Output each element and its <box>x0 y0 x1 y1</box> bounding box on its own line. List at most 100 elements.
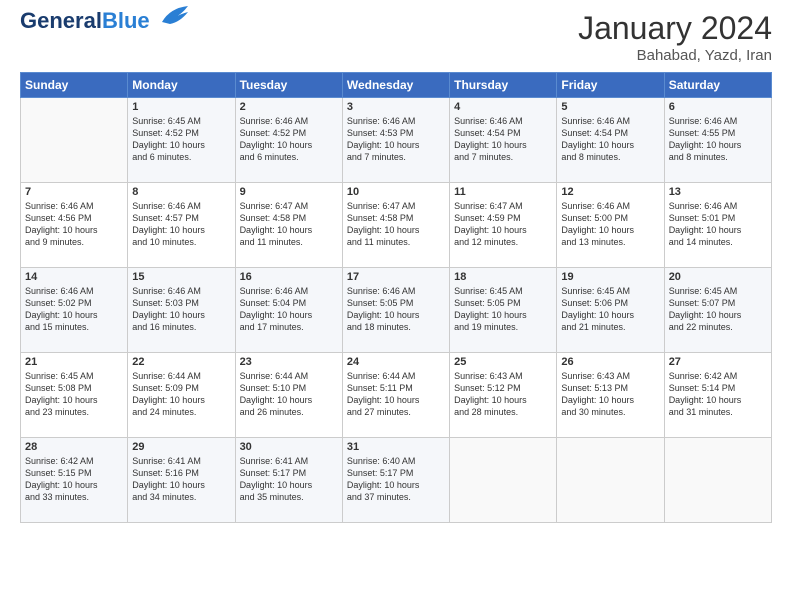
day-cell <box>557 438 664 523</box>
day-cell <box>664 438 771 523</box>
day-number: 6 <box>669 101 767 113</box>
day-info: Sunrise: 6:44 AM Sunset: 5:10 PM Dayligh… <box>240 370 338 419</box>
day-info: Sunrise: 6:45 AM Sunset: 5:06 PM Dayligh… <box>561 285 659 334</box>
day-number: 30 <box>240 441 338 453</box>
day-cell: 23Sunrise: 6:44 AM Sunset: 5:10 PM Dayli… <box>235 353 342 438</box>
day-info: Sunrise: 6:46 AM Sunset: 5:04 PM Dayligh… <box>240 285 338 334</box>
day-cell: 13 Sunrise: 6:46 AM Sunset: 5:01 PM Dayli… <box>664 183 771 268</box>
day-cell: 12Sunrise: 6:46 AM Sunset: 5:00 PM Dayli… <box>557 183 664 268</box>
day-number: 15 <box>132 271 230 283</box>
day-info: Sunrise: 6:45 AM Sunset: 5:08 PM Dayligh… <box>25 370 123 419</box>
day-number: 14 <box>25 271 123 283</box>
day-info: Sunrise: 6:46 AM Sunset: 4:52 PM Dayligh… <box>240 115 338 164</box>
day-info: Sunrise: 6:40 AM Sunset: 5:17 PM Dayligh… <box>347 455 445 504</box>
day-info: Sunrise: 6:47 AM Sunset: 4:58 PM Dayligh… <box>347 200 445 249</box>
month-year: January 2024 <box>578 10 772 47</box>
day-number: 16 <box>240 271 338 283</box>
day-number: 11 <box>454 186 552 198</box>
day-cell: 31 Sunrise: 6:40 AM Sunset: 5:17 PM Dayli… <box>342 438 449 523</box>
day-number: 20 <box>669 271 767 283</box>
header-row: SundayMondayTuesdayWednesdayThursdayFrid… <box>21 73 772 98</box>
day-cell: 8 Sunrise: 6:46 AM Sunset: 4:57 PM Daylig… <box>128 183 235 268</box>
day-cell: 16 Sunrise: 6:46 AM Sunset: 5:04 PM Dayli… <box>235 268 342 353</box>
day-info: Sunrise: 6:47 AM Sunset: 4:59 PM Dayligh… <box>454 200 552 249</box>
day-cell: 11 Sunrise: 6:47 AM Sunset: 4:59 PM Dayli… <box>450 183 557 268</box>
day-info: Sunrise: 6:46 AM Sunset: 4:54 PM Dayligh… <box>454 115 552 164</box>
page: GeneralBlue January 2024 Bahabad, Yazd, … <box>0 0 792 612</box>
col-header-saturday: Saturday <box>664 73 771 98</box>
day-number: 18 <box>454 271 552 283</box>
day-number: 13 <box>669 186 767 198</box>
day-info: Sunrise: 6:45 AM Sunset: 5:05 PM Dayligh… <box>454 285 552 334</box>
day-cell <box>21 98 128 183</box>
day-cell: 25Sunrise: 6:43 AM Sunset: 5:12 PM Dayli… <box>450 353 557 438</box>
day-number: 27 <box>669 356 767 368</box>
day-cell: 21 Sunrise: 6:45 AM Sunset: 5:08 PM Dayli… <box>21 353 128 438</box>
day-number: 1 <box>132 101 230 113</box>
col-header-sunday: Sunday <box>21 73 128 98</box>
location: Bahabad, Yazd, Iran <box>578 47 772 64</box>
week-row-2: 14 Sunrise: 6:46 AM Sunset: 5:02 PM Dayli… <box>21 268 772 353</box>
day-number: 4 <box>454 101 552 113</box>
week-row-0: 1 Sunrise: 6:45 AM Sunset: 4:52 PM Daylig… <box>21 98 772 183</box>
day-info: Sunrise: 6:46 AM Sunset: 5:03 PM Dayligh… <box>132 285 230 334</box>
day-cell <box>450 438 557 523</box>
day-info: Sunrise: 6:43 AM Sunset: 5:13 PM Dayligh… <box>561 370 659 419</box>
day-cell: 1 Sunrise: 6:45 AM Sunset: 4:52 PM Daylig… <box>128 98 235 183</box>
day-cell: 10Sunrise: 6:47 AM Sunset: 4:58 PM Dayli… <box>342 183 449 268</box>
col-header-friday: Friday <box>557 73 664 98</box>
day-number: 29 <box>132 441 230 453</box>
day-info: Sunrise: 6:46 AM Sunset: 4:55 PM Dayligh… <box>669 115 767 164</box>
week-row-4: 28 Sunrise: 6:42 AM Sunset: 5:15 PM Dayli… <box>21 438 772 523</box>
calendar-table: SundayMondayTuesdayWednesdayThursdayFrid… <box>20 72 772 523</box>
logo-text: GeneralBlue <box>20 10 150 32</box>
day-cell: 7Sunrise: 6:46 AM Sunset: 4:56 PM Daylig… <box>21 183 128 268</box>
day-info: Sunrise: 6:46 AM Sunset: 4:57 PM Dayligh… <box>132 200 230 249</box>
day-cell: 4 Sunrise: 6:46 AM Sunset: 4:54 PM Daylig… <box>450 98 557 183</box>
header: GeneralBlue January 2024 Bahabad, Yazd, … <box>20 10 772 64</box>
day-number: 8 <box>132 186 230 198</box>
col-header-monday: Monday <box>128 73 235 98</box>
day-cell: 27 Sunrise: 6:42 AM Sunset: 5:14 PM Dayli… <box>664 353 771 438</box>
day-info: Sunrise: 6:43 AM Sunset: 5:12 PM Dayligh… <box>454 370 552 419</box>
logo-bird-icon <box>152 4 190 32</box>
day-number: 2 <box>240 101 338 113</box>
day-info: Sunrise: 6:45 AM Sunset: 5:07 PM Dayligh… <box>669 285 767 334</box>
day-number: 22 <box>132 356 230 368</box>
day-number: 31 <box>347 441 445 453</box>
day-cell: 18 Sunrise: 6:45 AM Sunset: 5:05 PM Dayli… <box>450 268 557 353</box>
day-cell: 28 Sunrise: 6:42 AM Sunset: 5:15 PM Dayli… <box>21 438 128 523</box>
day-info: Sunrise: 6:41 AM Sunset: 5:16 PM Dayligh… <box>132 455 230 504</box>
day-info: Sunrise: 6:41 AM Sunset: 5:17 PM Dayligh… <box>240 455 338 504</box>
day-info: Sunrise: 6:46 AM Sunset: 5:01 PM Dayligh… <box>669 200 767 249</box>
day-number: 5 <box>561 101 659 113</box>
day-cell: 5 Sunrise: 6:46 AM Sunset: 4:54 PM Daylig… <box>557 98 664 183</box>
day-number: 21 <box>25 356 123 368</box>
day-info: Sunrise: 6:46 AM Sunset: 4:53 PM Dayligh… <box>347 115 445 164</box>
day-number: 24 <box>347 356 445 368</box>
day-cell: 24 Sunrise: 6:44 AM Sunset: 5:11 PM Dayli… <box>342 353 449 438</box>
day-info: Sunrise: 6:46 AM Sunset: 4:54 PM Dayligh… <box>561 115 659 164</box>
day-info: Sunrise: 6:42 AM Sunset: 5:14 PM Dayligh… <box>669 370 767 419</box>
day-cell: 19Sunrise: 6:45 AM Sunset: 5:06 PM Dayli… <box>557 268 664 353</box>
day-info: Sunrise: 6:46 AM Sunset: 5:00 PM Dayligh… <box>561 200 659 249</box>
day-info: Sunrise: 6:44 AM Sunset: 5:11 PM Dayligh… <box>347 370 445 419</box>
day-info: Sunrise: 6:45 AM Sunset: 4:52 PM Dayligh… <box>132 115 230 164</box>
day-cell: 20 Sunrise: 6:45 AM Sunset: 5:07 PM Dayli… <box>664 268 771 353</box>
day-info: Sunrise: 6:46 AM Sunset: 5:02 PM Dayligh… <box>25 285 123 334</box>
day-info: Sunrise: 6:46 AM Sunset: 4:56 PM Dayligh… <box>25 200 123 249</box>
day-info: Sunrise: 6:44 AM Sunset: 5:09 PM Dayligh… <box>132 370 230 419</box>
day-cell: 30 Sunrise: 6:41 AM Sunset: 5:17 PM Dayli… <box>235 438 342 523</box>
day-info: Sunrise: 6:42 AM Sunset: 5:15 PM Dayligh… <box>25 455 123 504</box>
title-block: January 2024 Bahabad, Yazd, Iran <box>578 10 772 64</box>
day-cell: 6 Sunrise: 6:46 AM Sunset: 4:55 PM Daylig… <box>664 98 771 183</box>
logo: GeneralBlue <box>20 10 190 32</box>
day-cell: 17Sunrise: 6:46 AM Sunset: 5:05 PM Dayli… <box>342 268 449 353</box>
day-number: 9 <box>240 186 338 198</box>
day-number: 28 <box>25 441 123 453</box>
day-info: Sunrise: 6:47 AM Sunset: 4:58 PM Dayligh… <box>240 200 338 249</box>
day-cell: 3Sunrise: 6:46 AM Sunset: 4:53 PM Daylig… <box>342 98 449 183</box>
day-info: Sunrise: 6:46 AM Sunset: 5:05 PM Dayligh… <box>347 285 445 334</box>
day-cell: 15 Sunrise: 6:46 AM Sunset: 5:03 PM Dayli… <box>128 268 235 353</box>
col-header-thursday: Thursday <box>450 73 557 98</box>
